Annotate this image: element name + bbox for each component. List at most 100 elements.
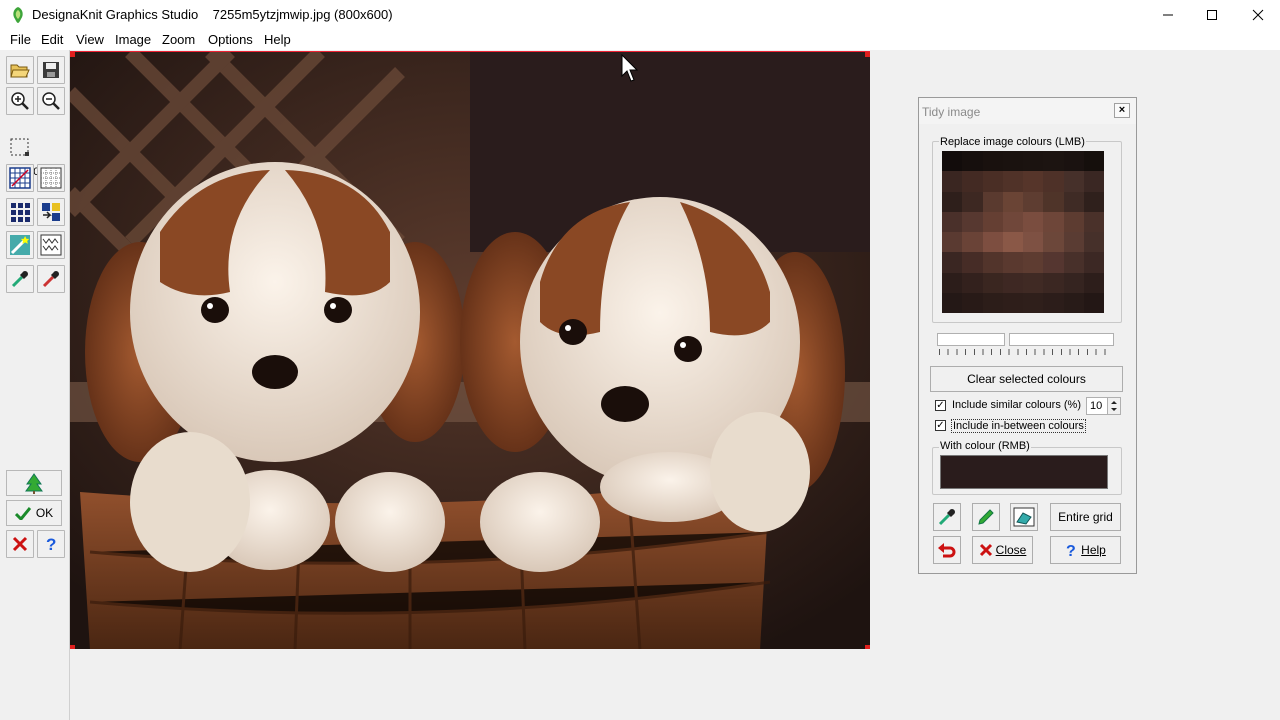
palette-swatch[interactable] <box>962 232 983 253</box>
save-button[interactable] <box>37 56 65 84</box>
pencil-button[interactable] <box>972 503 1000 531</box>
palette-swatch[interactable] <box>1043 151 1064 172</box>
palette-swatch[interactable] <box>962 252 983 273</box>
clear-selected-colours-button[interactable]: Clear selected colours <box>930 366 1123 392</box>
palette-swatch[interactable] <box>1063 171 1084 192</box>
palette-swatch[interactable] <box>1083 272 1104 293</box>
palette-swatch[interactable] <box>1063 151 1084 172</box>
palette-swatch[interactable] <box>982 211 1003 232</box>
similar-percent-spinner[interactable] <box>1107 397 1121 415</box>
minimize-button[interactable] <box>1145 0 1191 30</box>
dialog-close-x-button[interactable]: × <box>1114 103 1130 118</box>
dialog-close-button[interactable]: Close <box>972 536 1033 564</box>
palette-swatch[interactable] <box>1043 272 1064 293</box>
palette-swatch[interactable] <box>962 211 983 232</box>
palette-swatch[interactable] <box>1083 232 1104 253</box>
palette-swatch[interactable] <box>942 232 963 253</box>
eyedropper-button[interactable] <box>6 265 34 293</box>
palette-swatch[interactable] <box>1063 191 1084 212</box>
menu-options[interactable]: Options <box>208 32 253 47</box>
palette-swatch[interactable] <box>1023 232 1044 253</box>
palette-swatch[interactable] <box>1002 232 1023 253</box>
palette-swatch[interactable] <box>1023 211 1044 232</box>
palette-swatch[interactable] <box>942 171 963 192</box>
palette-swatch[interactable] <box>962 151 983 172</box>
palette-swatch[interactable] <box>942 191 963 212</box>
dialog-title-bar[interactable]: Tidy image × <box>919 98 1136 124</box>
palette-swatch[interactable] <box>1002 292 1023 313</box>
palette-swatch[interactable] <box>942 272 963 293</box>
palette-swatch[interactable] <box>1043 191 1064 212</box>
zoom-out-button[interactable] <box>37 87 65 115</box>
toolbar-help-button[interactable]: ? <box>37 530 65 558</box>
pick-colour-button[interactable] <box>933 503 961 531</box>
menu-image[interactable]: Image <box>115 32 151 47</box>
menu-file[interactable]: File <box>10 32 31 47</box>
palette-swatch[interactable] <box>1043 252 1064 273</box>
palette-swatch[interactable] <box>1023 252 1044 273</box>
cancel-button[interactable] <box>6 530 34 558</box>
palette-swatch[interactable] <box>1063 272 1084 293</box>
palette-swatch[interactable] <box>1083 252 1104 273</box>
palette-swatch[interactable] <box>1023 171 1044 192</box>
palette-swatch[interactable] <box>982 232 1003 253</box>
palette-swatch[interactable] <box>1083 211 1104 232</box>
palette-swatch[interactable] <box>942 252 963 273</box>
selection-handle[interactable] <box>865 52 870 57</box>
colour-palette[interactable] <box>942 151 1104 313</box>
with-colour-swatch[interactable] <box>940 455 1108 489</box>
palette-swatch[interactable] <box>1083 191 1104 212</box>
tree-button[interactable] <box>6 470 62 496</box>
selection-handle[interactable] <box>70 52 75 57</box>
palette-swatch[interactable] <box>1002 171 1023 192</box>
palette-swatch[interactable] <box>982 292 1003 313</box>
undo-button[interactable] <box>933 536 961 564</box>
palette-swatch[interactable] <box>1002 211 1023 232</box>
selection-handle[interactable] <box>70 645 75 649</box>
wand-button[interactable] <box>6 231 34 259</box>
palette-swatch[interactable] <box>1023 151 1044 172</box>
palette-swatch[interactable] <box>1043 171 1064 192</box>
palette-swatch[interactable] <box>1083 292 1104 313</box>
palette-swatch[interactable] <box>1043 211 1064 232</box>
selection-handle[interactable] <box>865 645 870 649</box>
palette-swatch[interactable] <box>942 151 963 172</box>
maximize-button[interactable] <box>1189 0 1235 30</box>
include-similar-checkbox[interactable]: ✓ <box>935 400 946 411</box>
palette-swatch[interactable] <box>1002 191 1023 212</box>
palette-swatch[interactable] <box>962 191 983 212</box>
palette-swatch[interactable] <box>982 151 1003 172</box>
palette-swatch[interactable] <box>942 292 963 313</box>
ok-button[interactable]: OK <box>6 500 62 526</box>
menu-help[interactable]: Help <box>264 32 291 47</box>
image-canvas[interactable] <box>70 51 870 649</box>
palette-swatch[interactable] <box>962 171 983 192</box>
menu-zoom[interactable]: Zoom <box>162 32 195 47</box>
menu-edit[interactable]: Edit <box>41 32 63 47</box>
palette-swatch[interactable] <box>982 191 1003 212</box>
menu-view[interactable]: View <box>76 32 104 47</box>
select-rect-button[interactable] <box>6 133 34 161</box>
palette-swatch[interactable] <box>1083 171 1104 192</box>
palette-swatch[interactable] <box>1063 252 1084 273</box>
grid-button[interactable] <box>6 164 34 192</box>
dialog-help-button[interactable]: ? Help <box>1050 536 1121 564</box>
palette-swatch[interactable] <box>962 272 983 293</box>
palette-slider-left[interactable] <box>937 333 1005 346</box>
palette-swatch[interactable] <box>982 171 1003 192</box>
palette-swatch[interactable] <box>1023 272 1044 293</box>
tile-button[interactable] <box>6 198 34 226</box>
include-between-checkbox[interactable]: ✓ <box>935 420 946 431</box>
palette-swatch[interactable] <box>1002 272 1023 293</box>
palette-swatch[interactable] <box>1043 292 1064 313</box>
palette-swatch[interactable] <box>1083 151 1104 172</box>
palette-swatch[interactable] <box>982 252 1003 273</box>
palette-swatch[interactable] <box>962 292 983 313</box>
palette-swatch[interactable] <box>942 211 963 232</box>
dotted-grid-button[interactable] <box>37 164 65 192</box>
palette-swatch[interactable] <box>1063 232 1084 253</box>
palette-slider-right[interactable] <box>1009 333 1114 346</box>
palette-swatch[interactable] <box>982 272 1003 293</box>
palette-swatch[interactable] <box>1063 292 1084 313</box>
palette-swatch[interactable] <box>1002 252 1023 273</box>
